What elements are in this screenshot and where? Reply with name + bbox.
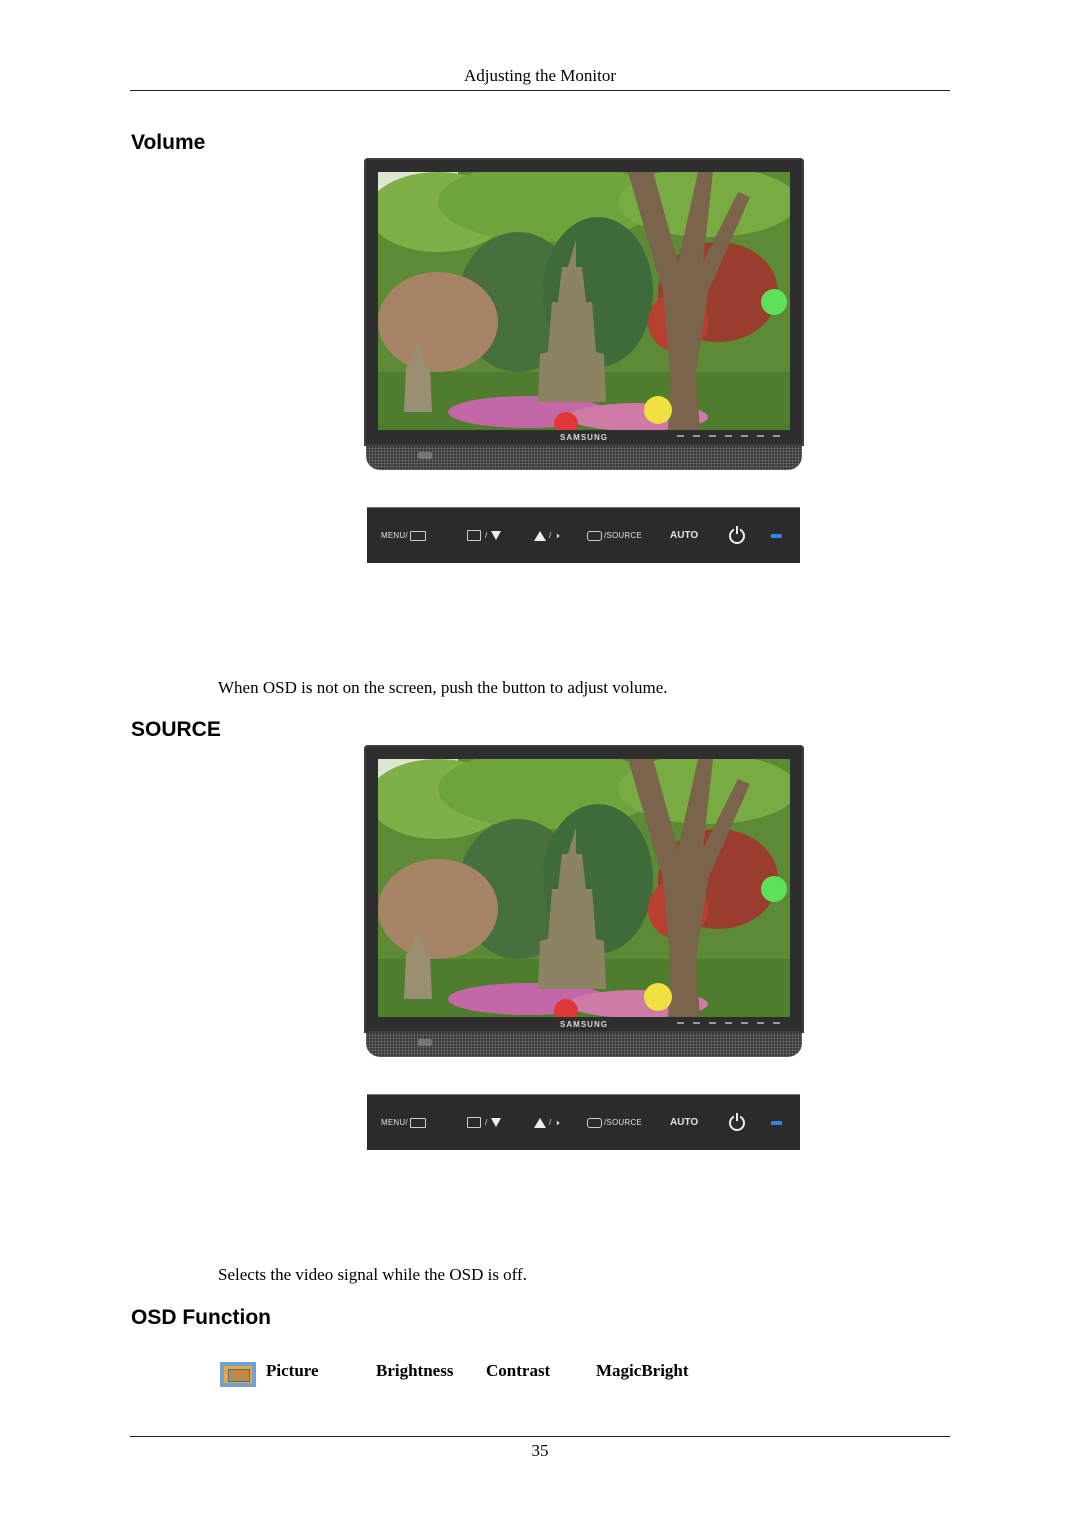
speaker-logo	[418, 1039, 432, 1046]
source-button[interactable]: /SOURCE	[587, 1117, 642, 1128]
monitor-speaker-grille	[366, 446, 802, 470]
down-button[interactable]: /	[467, 530, 502, 541]
triangle-down-icon	[491, 531, 502, 540]
triangle-up-icon	[534, 1117, 546, 1128]
speaker-icon: 🕨	[554, 1117, 560, 1127]
monitor-button-bar: MENU/ / / 🕨 /SOURCE AUTO	[367, 1094, 800, 1150]
volume-up-button[interactable]: / 🕨	[534, 1117, 560, 1128]
speaker-icon: 🕨	[554, 530, 560, 540]
down-button[interactable]: /	[467, 1117, 502, 1128]
source-label: /SOURCE	[604, 1118, 642, 1127]
auto-button[interactable]: AUTO	[670, 1117, 698, 1128]
power-icon	[729, 525, 745, 544]
power-led-indicator	[771, 1120, 782, 1125]
volume-description: When OSD is not on the screen, push the …	[218, 678, 668, 697]
enter-screen-icon	[467, 1117, 481, 1128]
garden-pagoda-photo	[378, 759, 790, 1017]
garden-pagoda-photo	[378, 172, 790, 430]
source-button[interactable]: /SOURCE	[587, 530, 642, 541]
osd-item-brightness: Brightness	[376, 1361, 454, 1380]
osd-item-picture: Picture	[266, 1361, 319, 1380]
menu-label: MENU/	[381, 1118, 408, 1127]
power-icon	[729, 1112, 745, 1131]
triangle-up-icon	[534, 530, 546, 541]
monitor-front-controls	[677, 1022, 780, 1024]
monitor-image: SAMSUNG	[364, 158, 804, 470]
monitor-screen-photo	[378, 759, 790, 1017]
source-description: Selects the video signal while the OSD i…	[218, 1265, 527, 1284]
menu-icon	[409, 1117, 426, 1128]
osd-item-contrast: Contrast	[486, 1361, 551, 1380]
page-number: 35	[531, 1441, 549, 1460]
power-button[interactable]	[729, 525, 745, 544]
enter-screen-icon	[467, 530, 481, 541]
power-button[interactable]	[729, 1112, 745, 1131]
monitor-image: SAMSUNG	[364, 745, 804, 1057]
section-title-source: SOURCE	[131, 718, 221, 741]
menu-icon	[409, 530, 426, 541]
running-header: Adjusting the Monitor	[463, 66, 617, 85]
input-icon	[587, 1117, 602, 1128]
monitor-button-bar: MENU/ / / 🕨 /SOURCE AUTO	[367, 507, 800, 563]
footer-rule	[130, 1436, 950, 1437]
input-icon	[587, 530, 602, 541]
monitor-screen-photo	[378, 172, 790, 430]
volume-up-button[interactable]: / 🕨	[534, 530, 560, 541]
section-title-volume: Volume	[131, 131, 206, 154]
menu-button[interactable]: MENU/	[381, 1117, 426, 1128]
menu-label: MENU/	[381, 531, 408, 540]
auto-button[interactable]: AUTO	[670, 530, 698, 541]
monitor-speaker-grille	[366, 1033, 802, 1057]
speaker-logo	[418, 452, 432, 459]
header-rule	[130, 90, 950, 91]
section-title-osd-function: OSD Function	[131, 1306, 271, 1329]
triangle-down-icon	[491, 1118, 502, 1127]
menu-button[interactable]: MENU/	[381, 530, 426, 541]
power-led-indicator	[771, 533, 782, 538]
picture-menu-icon	[220, 1362, 256, 1387]
monitor-front-controls	[677, 435, 780, 437]
source-label: /SOURCE	[604, 531, 642, 540]
osd-item-magicbright: MagicBright	[596, 1361, 689, 1380]
